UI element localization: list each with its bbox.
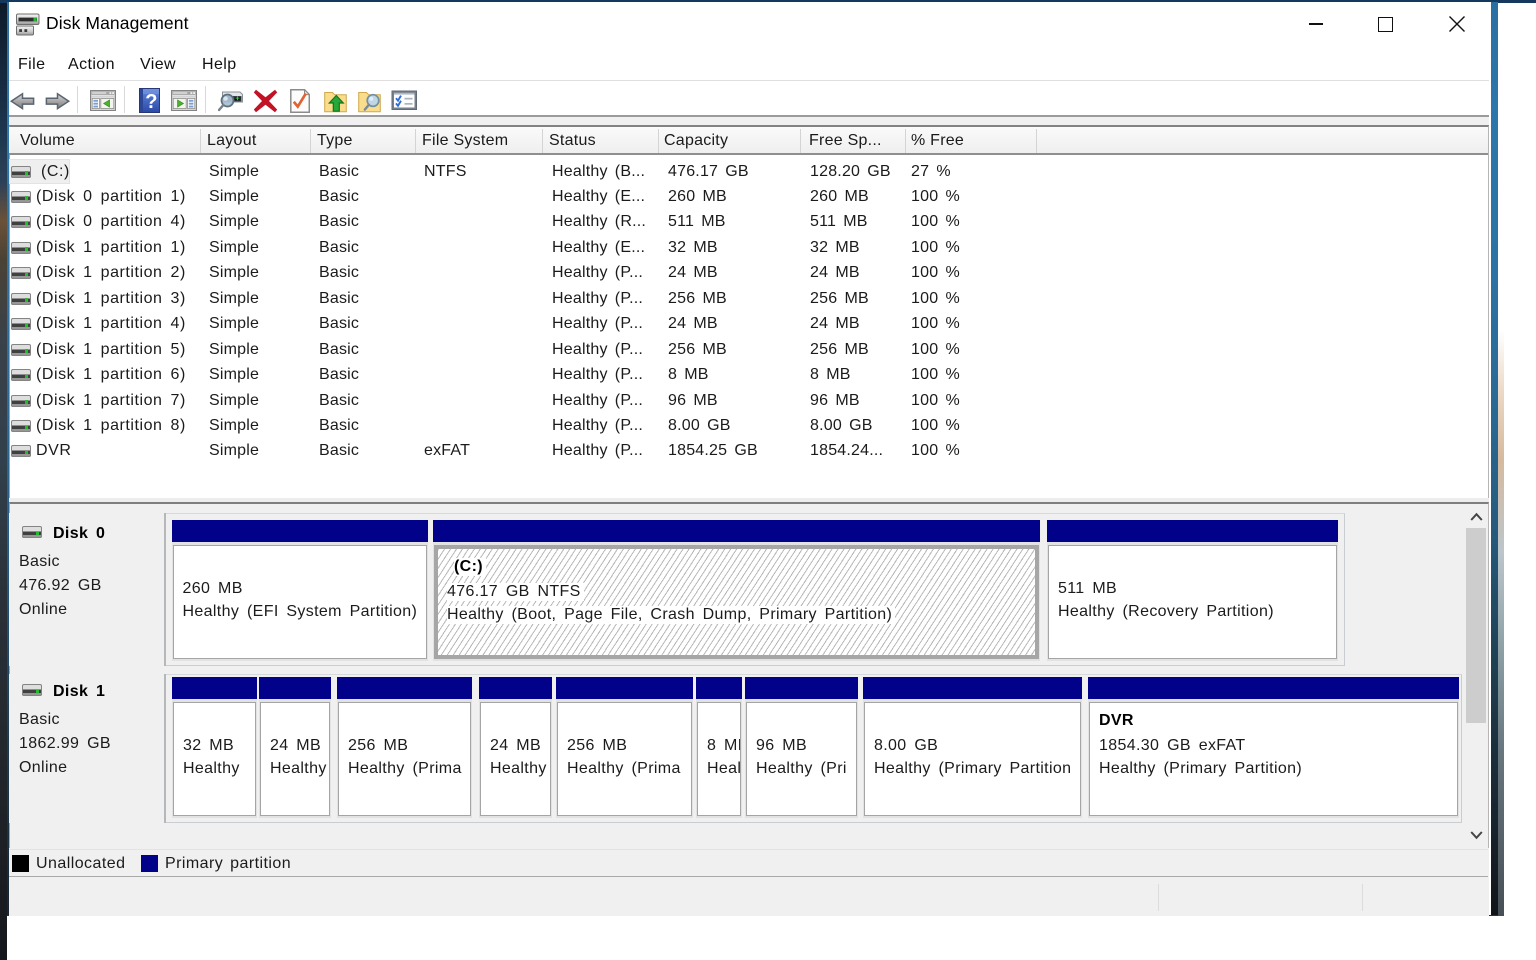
svg-text:?: ? (145, 91, 157, 113)
